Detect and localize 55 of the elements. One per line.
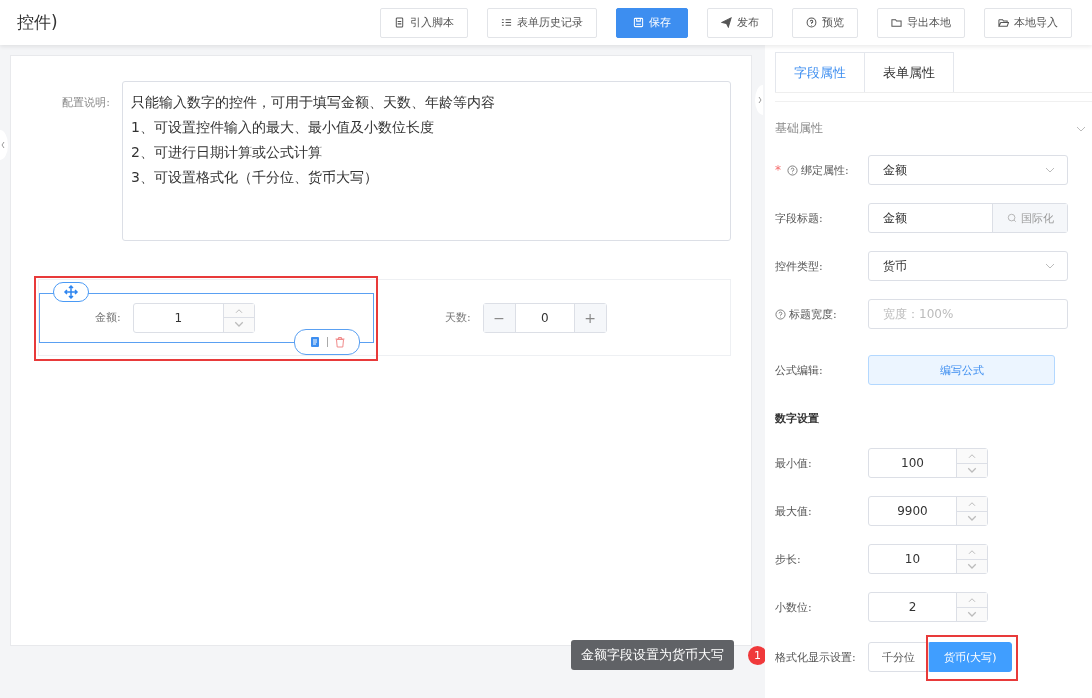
toolbar-button[interactable]: 表单历史记录 [487,7,597,38]
section-title: 数字设置 [775,411,820,426]
field-label: 字段标题: [775,210,823,226]
expand-right-icon[interactable] [755,85,763,115]
tab[interactable]: 表单属性 [864,52,954,92]
field-label: 金额: [95,310,121,325]
trash-icon[interactable] [333,335,346,348]
select-field[interactable]: 金额 [868,155,1068,185]
number-input[interactable]: 1 [132,302,255,333]
form-item[interactable]: 天数: − 0 + [374,292,709,343]
toolbar-button[interactable]: 导出本地 [877,7,965,38]
format-option[interactable]: 千分位 [868,642,929,672]
move-handle-icon[interactable] [53,281,89,302]
copy-icon[interactable] [308,335,321,348]
field-label: 格式化显示设置: [775,649,857,665]
field-label: 步长: [775,551,802,567]
field-label: 配置说明: [61,95,110,111]
field-label: 标题宽度: [789,306,837,322]
folder-icon [891,17,902,28]
field-label: 公式编辑: [775,362,823,378]
field-label: 天数: [445,310,471,325]
field-label: 最大值: [775,503,813,519]
toolbar-button[interactable]: 引入脚本 [380,7,468,38]
number-input[interactable]: 10 [868,544,988,574]
folder-icon [998,17,1009,28]
toolbar-button[interactable]: 本地导入 [984,7,1072,38]
chevron-down-icon[interactable] [1076,125,1086,132]
number-input[interactable]: 100 [868,448,988,478]
input-field[interactable]: 宽度：100% [868,299,1068,329]
page-title: 控件) [17,11,58,34]
field-label: 绑定属性: [801,162,849,178]
save-icon [633,17,644,28]
collapse-left-icon[interactable] [0,130,8,160]
help-icon [806,17,817,28]
field-label: 小数位: [775,599,813,615]
required-mark: * [775,163,781,177]
tab[interactable]: 字段属性 [775,52,865,92]
section-title: 基础属性 [775,120,823,137]
field-label: 控件类型: [775,258,823,274]
document-icon [394,17,405,28]
number-input[interactable]: 2 [868,592,988,622]
select-field[interactable]: 货币 [868,251,1068,281]
chevron-down-icon [1045,263,1055,269]
list-icon [501,17,512,28]
toolbar-button[interactable]: 发布 [707,7,773,38]
number-input[interactable]: 0 [514,303,575,332]
chevron-down-icon [1045,167,1055,173]
field-label: 最小值: [775,455,813,471]
description-textarea[interactable]: 只能输入数字的控件，可用于填写金额、天数、年龄等内容 1、可设置控件输入的最大、最小值及小数位长度 2、可进行日期计算或公式计算 3、可设置格式化（千分位、货币大写） [122,81,731,241]
help-icon[interactable] [787,164,798,176]
toolbar-button[interactable]: 预览 [792,7,858,38]
help-icon[interactable] [775,308,786,320]
tooltip: 金额字段设置为货币大写 [571,640,734,670]
number-input[interactable]: 9900 [868,496,988,526]
send-icon [721,17,732,28]
